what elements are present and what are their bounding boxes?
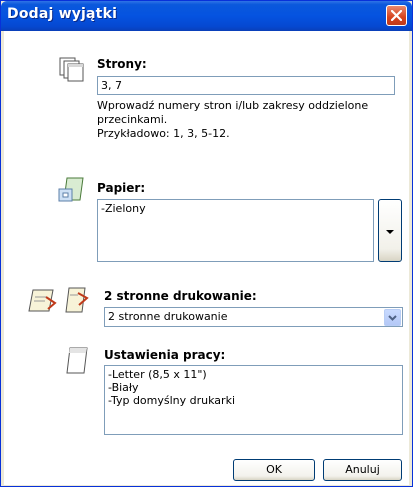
pages-input-value: 3, 7 [101, 79, 122, 92]
paper-list[interactable]: -Zielony [97, 199, 374, 262]
duplex-flip-short-icon [64, 287, 90, 319]
paper-list-item[interactable]: -Zielony [98, 200, 373, 217]
window-title: Dodaj wyjątki [7, 6, 118, 22]
duplex-selected-value: 2 stronne drukowanie [108, 310, 228, 323]
duplex-select-arrow[interactable] [384, 309, 401, 326]
dialog-body: Strony: 3, 7 Wprowadź numery stron i/lub… [4, 31, 409, 485]
paper-icon [58, 177, 84, 207]
close-button[interactable] [386, 5, 407, 26]
paper-label: Papier: [97, 181, 146, 195]
job-settings-list[interactable]: -Letter (8,5 x 11") -Biały -Typ domyślny… [104, 365, 403, 435]
duplex-select[interactable]: 2 stronne drukowanie [104, 307, 403, 327]
chevron-down-icon [388, 315, 397, 321]
duplex-flip-long-icon [28, 289, 58, 317]
paper-dropdown-button[interactable] [378, 199, 402, 262]
job-settings-icon [65, 347, 89, 379]
dialog-window: Dodaj wyjątki Strony: 3, 7 Wprowadź nume… [0, 0, 413, 487]
pages-input[interactable]: 3, 7 [97, 76, 395, 95]
ok-button[interactable]: OK [233, 459, 315, 481]
job-settings-label: Ustawienia pracy: [104, 348, 226, 362]
close-icon [391, 10, 402, 21]
title-bar[interactable]: Dodaj wyjątki [1, 1, 412, 31]
pages-example: Przykładowo: 1, 3, 5-12. [97, 127, 230, 140]
pages-icon [59, 57, 85, 87]
job-settings-line: -Biały [108, 381, 139, 394]
pages-label: Strony: [97, 57, 147, 71]
cancel-button[interactable]: Anuluj [323, 459, 402, 481]
dropdown-arrow-icon [386, 230, 394, 234]
job-settings-line: -Typ domyślny drukarki [108, 394, 235, 407]
pages-hint: Wprowadź numery stron i/lub zakresy oddz… [97, 99, 369, 126]
duplex-label: 2 stronne drukowanie: [104, 289, 257, 303]
job-settings-line: -Letter (8,5 x 11") [108, 368, 207, 381]
